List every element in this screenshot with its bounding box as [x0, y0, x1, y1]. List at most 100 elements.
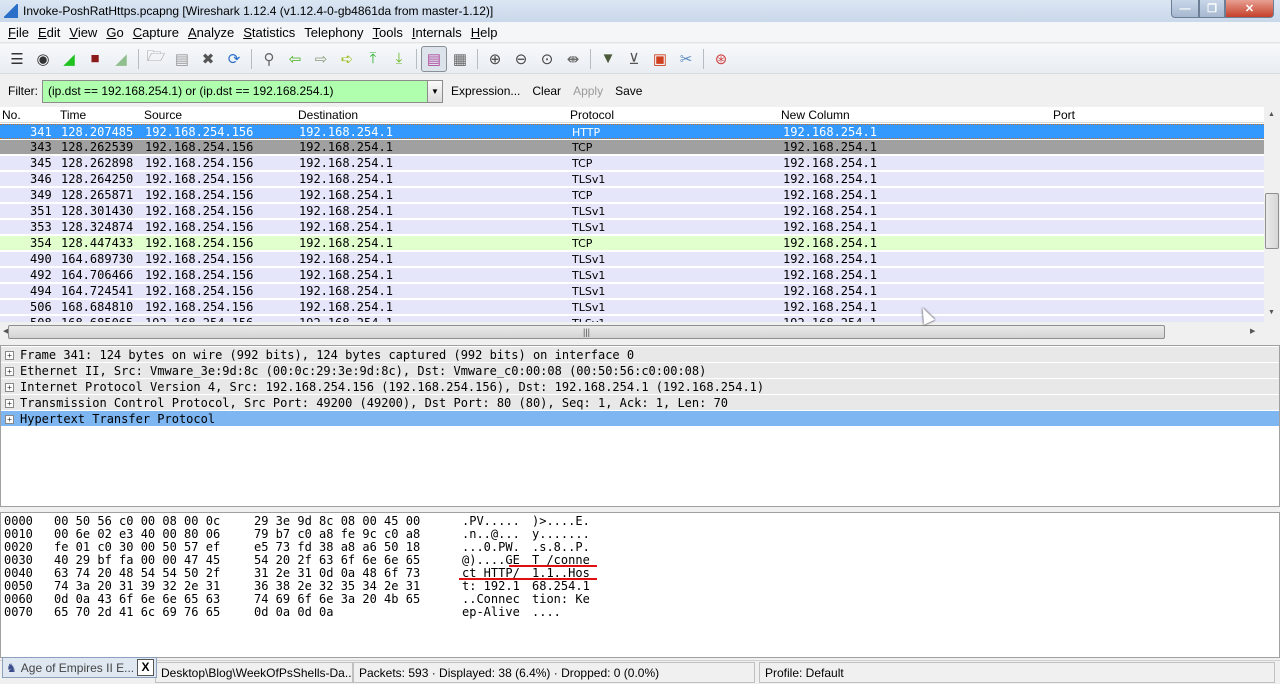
- expression-button[interactable]: Expression...: [451, 84, 520, 98]
- capture-options-button[interactable]: ◉: [30, 46, 56, 72]
- scrollbar-thumb[interactable]: [1265, 193, 1279, 249]
- zoom-out-button[interactable]: ⊖: [508, 46, 534, 72]
- menu-capture[interactable]: Capture: [129, 25, 183, 40]
- packet-row[interactable]: 494 164.724541 192.168.254.156 192.168.254.…: [0, 284, 1264, 299]
- packet-row[interactable]: 508 168.685065 192.168.254.156 192.168.254.…: [0, 316, 1264, 322]
- cell-dst: 192.168.254.1: [299, 284, 393, 298]
- restart-capture-button[interactable]: ◢: [108, 46, 134, 72]
- coloring-rules-button[interactable]: ▣: [647, 46, 673, 72]
- detail-tree-item[interactable]: + Ethernet II, Src: Vmware_3e:9d:8c (00:0…: [1, 363, 1279, 379]
- menu-view[interactable]: View: [65, 25, 101, 40]
- go-last-button[interactable]: ⤓: [386, 46, 412, 72]
- column-header-no[interactable]: No.: [2, 108, 21, 122]
- menu-internals[interactable]: Internals: [408, 25, 466, 40]
- packet-row[interactable]: 353 128.324874 192.168.254.156 192.168.254.…: [0, 220, 1264, 235]
- open-file-button[interactable]: 🗁: [143, 46, 169, 72]
- expand-icon[interactable]: +: [5, 367, 14, 376]
- cell-proto: HTTP: [572, 126, 601, 139]
- packet-row[interactable]: 492 164.706466 192.168.254.156 192.168.254.…: [0, 268, 1264, 283]
- find-packet-button[interactable]: ⚲: [256, 46, 282, 72]
- resize-columns-button[interactable]: ⇼: [560, 46, 586, 72]
- help-button[interactable]: ⊛: [708, 46, 734, 72]
- menu-edit[interactable]: Edit: [34, 25, 64, 40]
- packet-row[interactable]: 351 128.301430 192.168.254.156 192.168.254.…: [0, 204, 1264, 219]
- detail-tree-item[interactable]: + Transmission Control Protocol, Src Port…: [1, 395, 1279, 411]
- packet-list-horizontal-scrollbar[interactable]: ◀ ||| ▶: [0, 324, 1264, 340]
- zoom-in-button[interactable]: ⊕: [482, 46, 508, 72]
- detail-tree-item[interactable]: + Frame 341: 124 bytes on wire (992 bits)…: [1, 347, 1279, 363]
- minimize-button[interactable]: —: [1171, 0, 1199, 18]
- expand-icon[interactable]: +: [5, 415, 14, 424]
- column-header-time[interactable]: Time: [60, 108, 86, 122]
- column-header-source[interactable]: Source: [144, 108, 182, 122]
- taskbar-popup[interactable]: ♞ Age of Empires II E... X: [2, 657, 157, 678]
- clear-button[interactable]: Clear: [532, 84, 561, 98]
- apply-button[interactable]: Apply: [573, 84, 603, 98]
- display-filters-button[interactable]: ⊻: [621, 46, 647, 72]
- scroll-down-icon[interactable]: ▼: [1268, 309, 1275, 316]
- stop-capture-button[interactable]: ■: [82, 46, 108, 72]
- packet-list-header: No. Time Source Destination Protocol New…: [0, 107, 1264, 123]
- menu-label: dit: [46, 24, 61, 40]
- menu-telephony[interactable]: Telephony: [300, 25, 367, 40]
- menu-statistics[interactable]: Statistics: [239, 25, 299, 40]
- reload-button[interactable]: ⟳: [221, 46, 247, 72]
- normal-size-button[interactable]: ⊙: [534, 46, 560, 72]
- save-filter-button[interactable]: Save: [615, 84, 642, 98]
- detail-tree-item[interactable]: + Internet Protocol Version 4, Src: 192.1…: [1, 379, 1279, 395]
- go-to-packet-button[interactable]: ➪: [334, 46, 360, 72]
- cell-proto: TCP: [572, 189, 593, 202]
- maximize-button[interactable]: ❐: [1199, 0, 1225, 18]
- colorize-button[interactable]: ▤: [421, 45, 447, 72]
- packet-list-vertical-scrollbar[interactable]: ▲ ▼: [1264, 107, 1280, 322]
- packet-row[interactable]: 354 128.447433 192.168.254.156 192.168.254.…: [0, 236, 1264, 251]
- menu-go[interactable]: Go: [102, 25, 127, 40]
- expand-icon[interactable]: +: [5, 383, 14, 392]
- cell-proto: TCP: [572, 157, 593, 170]
- capture-filters-button[interactable]: ▼: [595, 46, 621, 72]
- auto-scroll-button[interactable]: ▦: [447, 46, 473, 72]
- status-bar: Desktop\Blog\WeekOfPsShells-Da... Packet…: [0, 660, 1280, 684]
- expand-icon[interactable]: +: [5, 399, 14, 408]
- packet-row[interactable]: 490 164.689730 192.168.254.156 192.168.254.…: [0, 252, 1264, 267]
- menu-tools[interactable]: Tools: [369, 25, 407, 40]
- status-profile[interactable]: Profile: Default: [759, 662, 1275, 683]
- go-back-button[interactable]: ⇦: [282, 46, 308, 72]
- close-button[interactable]: ✕: [1225, 0, 1274, 18]
- status-capture-file[interactable]: Desktop\Blog\WeekOfPsShells-Da...: [155, 662, 353, 683]
- detail-tree-item[interactable]: + Hypertext Transfer Protocol: [1, 411, 1279, 427]
- close-icon[interactable]: X: [137, 659, 154, 676]
- packet-row[interactable]: 343 128.262539 192.168.254.156 192.168.254.…: [0, 140, 1264, 155]
- hex-dump-row[interactable]: 0070 65 70 2d 41 6c 69 76 65 0d 0a 0d 0a ep…: [4, 606, 644, 619]
- status-packet-counts: Packets: 593 · Displayed: 38 (6.4%) · Dr…: [353, 662, 755, 683]
- column-header-new-column[interactable]: New Column: [781, 108, 850, 122]
- column-header-port[interactable]: Port: [1053, 108, 1075, 122]
- auto-scroll-icon: ▦: [452, 50, 468, 68]
- interfaces-button[interactable]: ☰: [4, 46, 30, 72]
- menu-file[interactable]: File: [4, 25, 33, 40]
- preferences-button[interactable]: ✂: [673, 46, 699, 72]
- expand-icon[interactable]: +: [5, 351, 14, 360]
- packet-row[interactable]: 345 128.262898 192.168.254.156 192.168.254.…: [0, 156, 1264, 171]
- display-filter-input[interactable]: [42, 79, 428, 103]
- packet-row[interactable]: 341 128.207485 192.168.254.156 192.168.254.…: [0, 124, 1264, 139]
- scroll-up-icon[interactable]: ▲: [1268, 111, 1275, 118]
- cell-newcol: 192.168.254.1: [783, 220, 877, 234]
- close-file-button[interactable]: ✖: [195, 46, 221, 72]
- filter-history-dropdown[interactable]: ▼: [428, 79, 443, 103]
- cell-dst: 192.168.254.1: [299, 172, 393, 186]
- packet-row[interactable]: 346 128.264250 192.168.254.156 192.168.254.…: [0, 172, 1264, 187]
- scrollbar-thumb[interactable]: |||: [8, 325, 1165, 339]
- column-header-destination[interactable]: Destination: [298, 108, 358, 122]
- packet-row[interactable]: 506 168.684810 192.168.254.156 192.168.254.…: [0, 300, 1264, 315]
- go-first-button[interactable]: ⤒: [360, 46, 386, 72]
- column-header-protocol[interactable]: Protocol: [570, 108, 614, 122]
- scroll-right-icon[interactable]: ▶: [1250, 327, 1255, 335]
- go-forward-button[interactable]: ⇨: [308, 46, 334, 72]
- start-capture-button[interactable]: ◢: [56, 46, 82, 72]
- packet-row[interactable]: 349 128.265871 192.168.254.156 192.168.254.…: [0, 188, 1264, 203]
- save-file-button[interactable]: ▤: [169, 46, 195, 72]
- detail-text: Internet Protocol Version 4, Src: 192.16…: [20, 380, 765, 394]
- menu-analyze[interactable]: Analyze: [184, 25, 238, 40]
- menu-help[interactable]: Help: [467, 25, 502, 40]
